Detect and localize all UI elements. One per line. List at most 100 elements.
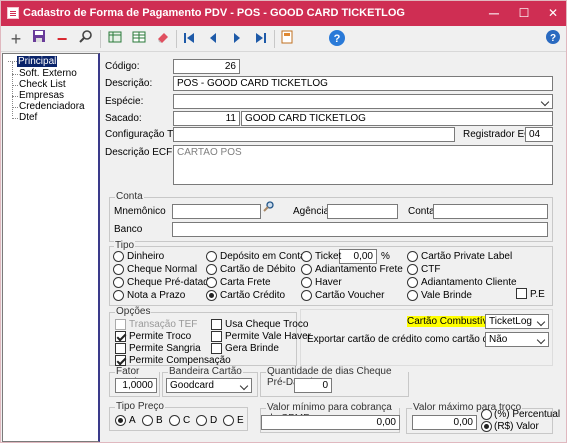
- codigo-field[interactable]: 26: [173, 59, 240, 74]
- tipo-radio[interactable]: [206, 251, 217, 262]
- preco-option-label: E: [237, 415, 244, 426]
- save-icon[interactable]: [29, 29, 49, 49]
- close-button[interactable]: ✕: [544, 4, 562, 22]
- dias-field[interactable]: 0: [294, 378, 332, 393]
- conta-field[interactable]: [433, 204, 548, 219]
- mnemonico-field[interactable]: [172, 204, 261, 219]
- cpmf-field[interactable]: 0,00: [261, 415, 400, 430]
- tipo-radio[interactable]: [206, 264, 217, 275]
- bandeira-select[interactable]: Goodcard: [166, 378, 252, 393]
- sacado-code-field[interactable]: 11: [173, 111, 240, 126]
- troco-percentual-label: (%) Percentual: [494, 409, 561, 420]
- tipo-option-label: Cheque Normal: [127, 264, 198, 275]
- bandeira-title: Bandeira Cartão: [168, 366, 243, 377]
- opcao-checkbox[interactable]: [115, 355, 126, 366]
- grid-icon[interactable]: [105, 29, 125, 49]
- preco-radio[interactable]: [115, 415, 126, 426]
- especie-label: Espécie:: [105, 96, 144, 107]
- troco-valor-label: (R$) Valor: [494, 421, 539, 432]
- desc-ecf-field[interactable]: CARTAO POS: [173, 145, 553, 185]
- tipo-option-label: Haver: [315, 277, 342, 288]
- troco-valor-radio[interactable]: [481, 421, 492, 432]
- help-small-icon[interactable]: ?: [543, 29, 563, 49]
- tipo-radio[interactable]: [113, 264, 124, 275]
- tipo-radio[interactable]: [301, 290, 312, 301]
- tef-field[interactable]: [173, 127, 455, 142]
- troco-field[interactable]: 0,00: [412, 415, 477, 430]
- mnemonico-search-icon[interactable]: [262, 201, 276, 215]
- descricao-field[interactable]: POS - GOOD CARD TICKETLOG: [173, 76, 553, 91]
- tipo-option-label: Vale Brinde: [421, 290, 472, 301]
- tipo-option-label: Adiantamento Cliente: [421, 277, 517, 288]
- table-icon[interactable]: [129, 29, 149, 49]
- search-icon[interactable]: [76, 29, 96, 49]
- opcao-checkbox[interactable]: [211, 343, 222, 354]
- opcao-checkbox[interactable]: [115, 331, 126, 342]
- combustivel-select[interactable]: TicketLog: [485, 314, 549, 329]
- pe-label: P.E: [530, 289, 545, 300]
- tipo-radio[interactable]: [407, 251, 418, 262]
- opcao-checkbox[interactable]: [211, 319, 222, 330]
- tipo-radio[interactable]: [301, 251, 312, 262]
- tipo-radio[interactable]: [301, 277, 312, 288]
- opcao-checkbox[interactable]: [115, 319, 126, 330]
- eraser-icon[interactable]: [153, 29, 173, 49]
- title-bar: Cadastro de Forma de Pagamento PDV - POS…: [1, 1, 566, 26]
- agencia-field[interactable]: [327, 204, 398, 219]
- tipo-radio[interactable]: [206, 290, 217, 301]
- tipo-radio[interactable]: [407, 277, 418, 288]
- bandeira-group: Bandeira Cartão Goodcard: [162, 366, 258, 397]
- fator-field[interactable]: 1,0000: [115, 378, 157, 393]
- troco-percentual-radio[interactable]: [481, 409, 492, 420]
- report-icon[interactable]: [277, 29, 297, 49]
- tipo-radio[interactable]: [407, 290, 418, 301]
- remove-icon[interactable]: −: [52, 29, 72, 49]
- first-record-icon[interactable]: [179, 29, 199, 49]
- opcao-label: Permite Sangria: [129, 343, 201, 354]
- preco-radio[interactable]: [142, 415, 153, 426]
- tipo-radio[interactable]: [113, 277, 124, 288]
- svg-text:?: ?: [550, 33, 556, 44]
- ticket-percent-field[interactable]: 0,00: [339, 249, 377, 264]
- minimize-button[interactable]: ─: [485, 4, 503, 22]
- dias-title: Quantidade de dias Cheque Pré-Datado: [266, 366, 408, 388]
- tipo-radio[interactable]: [206, 277, 217, 288]
- add-icon[interactable]: +: [6, 29, 26, 49]
- tipo-radio[interactable]: [113, 290, 124, 301]
- registrador-field[interactable]: 04: [525, 127, 553, 142]
- pe-checkbox[interactable]: [516, 288, 527, 299]
- preco-radio[interactable]: [223, 415, 234, 426]
- opcao-label: Permite Troco: [129, 331, 192, 342]
- descricao-label: Descrição:: [105, 78, 153, 89]
- tipo-option-label: Carta Frete: [220, 277, 271, 288]
- last-record-icon[interactable]: [251, 29, 271, 49]
- tipo-option-label: Cartão de Débito: [220, 264, 296, 275]
- tipo-option-label: Cartão Private Label: [421, 251, 513, 262]
- sacado-label: Sacado:: [105, 113, 142, 124]
- opcao-checkbox[interactable]: [211, 331, 222, 342]
- tipo-radio[interactable]: [113, 251, 124, 262]
- sacado-name-field[interactable]: GOOD CARD TICKETLOG: [241, 111, 553, 126]
- tipo-radio[interactable]: [301, 264, 312, 275]
- help-icon[interactable]: ?: [327, 29, 347, 49]
- conta-label: Conta: [408, 206, 435, 217]
- preco-option-label: D: [210, 415, 218, 426]
- tipo-option-label: CTF: [421, 264, 441, 275]
- next-record-icon[interactable]: [227, 29, 247, 49]
- desc-ecf-label: Descrição ECF:: [105, 147, 176, 158]
- opcao-checkbox[interactable]: [115, 343, 126, 354]
- opcao-label: Permite Vale Haver: [225, 331, 311, 342]
- especie-select[interactable]: [173, 94, 553, 109]
- tree-item-principal[interactable]: Principal: [17, 56, 58, 68]
- maximize-button[interactable]: ☐: [515, 4, 533, 22]
- tipo-radio[interactable]: [407, 264, 418, 275]
- preco-radio[interactable]: [196, 415, 207, 426]
- combustivel-group: Cartão Combustível: TicketLog Exportar c…: [300, 309, 553, 366]
- preco-radio[interactable]: [169, 415, 180, 426]
- banco-field[interactable]: [172, 222, 548, 237]
- export-select[interactable]: Não: [485, 332, 549, 347]
- opcao-label: Gera Brinde: [225, 343, 279, 354]
- tree-item-dtef[interactable]: Dtef: [19, 112, 37, 124]
- opcao-label: Usa Cheque Troco: [225, 319, 309, 330]
- prev-record-icon[interactable]: [203, 29, 223, 49]
